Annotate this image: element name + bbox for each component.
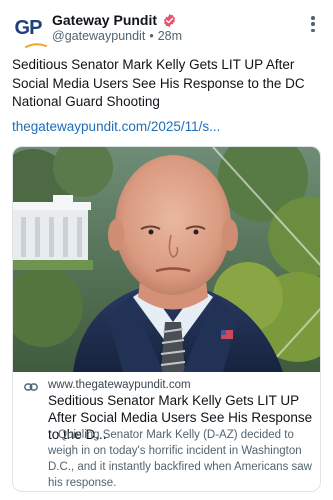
- avatar-letter-g: G: [14, 16, 31, 39]
- verified-badge-icon: [164, 13, 176, 27]
- link-preview-description-text: Quisling Senator Mark Kelly (D-AZ) decid…: [48, 429, 312, 489]
- avatar-letter-p: P: [29, 16, 42, 39]
- post-link[interactable]: thegatewaypundit.com/2025/11/s...: [12, 119, 220, 134]
- link-chain-icon: [24, 383, 38, 391]
- avatar-logo: GP: [14, 16, 43, 40]
- post-time: 28m: [157, 29, 183, 43]
- author-handle-row: @gatewaypundit • 28m: [52, 29, 182, 43]
- more-vertical-icon[interactable]: [305, 14, 321, 34]
- post-text: Seditious Senator Mark Kelly Gets LIT UP…: [12, 57, 305, 109]
- meta-separator: •: [149, 29, 154, 43]
- author-name[interactable]: Gateway Pundit: [52, 12, 157, 28]
- author-handle[interactable]: @gatewaypundit: [52, 29, 145, 43]
- link-preview-domain: www.thegatewaypundit.com: [48, 379, 191, 391]
- link-preview-description: Quisling Senator Mark Kelly (D-AZ) decid…: [48, 427, 314, 491]
- avatar-swoosh-icon: [25, 43, 47, 48]
- post-header: GP Gateway Pundit @gatewaypundit • 28m: [0, 0, 333, 50]
- author-avatar[interactable]: GP: [12, 14, 47, 48]
- author-name-row: Gateway Pundit: [52, 11, 177, 29]
- link-preview-card[interactable]: www.thegatewaypundit.com Seditious Senat…: [12, 146, 321, 492]
- link-preview-image: [13, 147, 320, 372]
